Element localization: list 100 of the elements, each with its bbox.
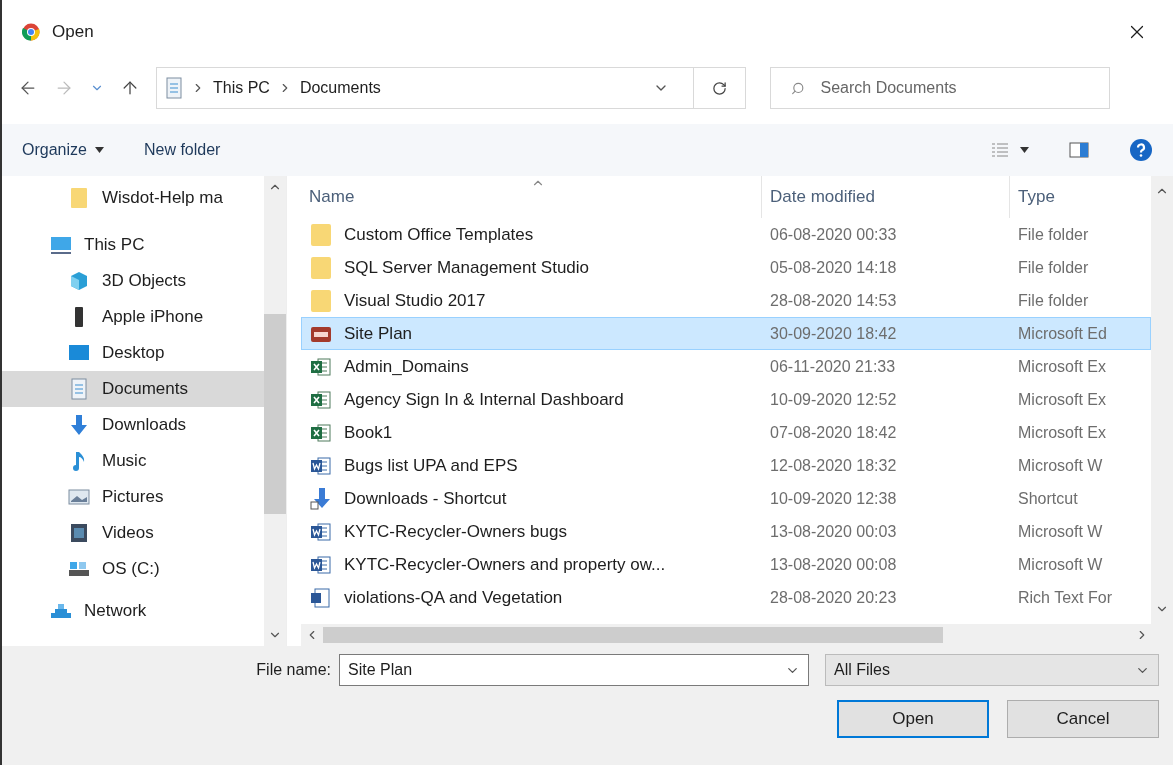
spreadsheet-file-icon [310,421,332,444]
file-row[interactable]: Downloads - Shortcut 10-09-2020 12:38 Shortcut [301,482,1151,515]
file-type: Microsoft Ex [1017,356,1107,377]
column-header[interactable]: Name [301,176,761,218]
file-type: Rich Text For [1017,587,1113,608]
file-name: violations-QA and Vegetation [344,586,563,609]
folder-icon [310,222,332,247]
organize-menu-button[interactable]: Organize [22,138,104,162]
help-icon [1129,138,1153,162]
sidebar-item[interactable]: Videos [2,515,264,551]
file-row[interactable]: Admin_Domains 06-11-2020 21:33 Microsoft Ex [301,350,1151,383]
address-bar[interactable]: This PC Documents [156,67,746,109]
pane-icon [1069,142,1089,158]
cube-icon [68,270,90,292]
date-modified: 13-08-2020 00:08 [769,554,898,575]
date-modified: 28-08-2020 14:53 [769,290,898,311]
search-field[interactable]: Search Documents [770,67,1110,109]
file-name: Admin_Domains [344,355,469,378]
file-name: Downloads - Shortcut [344,487,507,510]
file-type: Microsoft Ex [1017,389,1107,410]
document-icon [68,378,90,400]
sidebar-item[interactable]: 3D Objects [2,263,264,299]
vertical-scrollbar[interactable] [1151,176,1173,624]
folder-icon [310,288,332,313]
file-type: Microsoft Ed [1017,323,1108,344]
sidebar-item[interactable]: OS (C:) [2,551,264,587]
file-name: Custom Office Templates [344,223,534,246]
file-type: File folder [1017,257,1090,278]
sidebar-item[interactable]: Network [2,593,264,629]
file-type: Microsoft W [1017,521,1104,542]
open-button[interactable]: Open [837,700,989,738]
refresh-icon [712,80,727,96]
cancel-button[interactable]: Cancel [1007,700,1159,738]
sidebar-item[interactable]: Desktop [2,335,264,371]
file-name: KYTC-Recycler-Owners and property ow... [344,553,666,576]
file-row[interactable]: SQL Server Management Studio 05-08-2020 14:18 File folder [301,251,1151,284]
sidebar-item[interactable]: Wisdot-Help ma [2,180,264,216]
file-name-input[interactable]: Site Plan [348,658,785,682]
date-modified: 28-08-2020 20:23 [769,587,898,608]
file-name: KYTC-Recycler-Owners bugs [344,520,567,543]
app-logo-icon [22,23,40,41]
text-file-icon [310,586,332,609]
date-modified: 12-08-2020 18:32 [769,455,898,476]
file-row[interactable]: Visual Studio 2017 28-08-2020 14:53 File folder [301,284,1151,317]
film-icon [68,522,90,544]
file-type: Microsoft W [1017,455,1104,476]
horizontal-scrollbar[interactable] [301,624,1173,646]
file-row[interactable]: Site Plan 30-09-2020 18:42 Microsoft Ed [301,317,1151,350]
file-row[interactable]: Custom Office Templates 06-08-2020 00:33 File folder [301,218,1151,251]
file-row[interactable]: KYTC-Recycler-Owners bugs 13-08-2020 00:03 Microsoft W [301,515,1151,548]
preview-pane-button[interactable] [1069,142,1089,158]
document-file-icon [310,520,332,543]
sidebar-item[interactable]: Documents [2,371,264,407]
sidebar-scrollbar[interactable] [264,176,286,646]
search-input[interactable]: Search Documents [820,76,1089,100]
file-type: Microsoft W [1017,554,1104,575]
down-arrow-icon [68,414,90,436]
file-row[interactable]: KYTC-Recycler-Owners and property ow... 13-08-2020 00:08 Microsoft W [301,548,1151,581]
file-name-field[interactable]: Site Plan [339,654,809,686]
help-button[interactable] [1129,138,1153,162]
file-type: File folder [1017,290,1090,311]
new-folder-button[interactable]: New folder [143,138,221,162]
file-name: Bugs list UPA and EPS [344,454,518,477]
view-options-button[interactable] [992,143,1029,157]
file-type-dropdown[interactable]: All Files [825,654,1159,686]
spreadsheet-file-icon [310,355,332,378]
file-name: Site Plan [344,322,413,345]
monitor-icon [50,234,72,256]
document-icon [165,77,183,99]
date-modified: 10-09-2020 12:52 [769,389,898,410]
breadcrumb-item[interactable]: This PC [213,76,270,100]
date-modified: 13-08-2020 00:03 [769,521,898,542]
picture-icon [68,486,90,508]
file-name: Agency Sign In & Internal Dashboard [344,388,624,411]
date-modified: 10-09-2020 12:38 [769,488,898,509]
sidebar-item[interactable]: This PC [2,227,264,263]
document-file-icon [310,454,332,477]
folder-icon [310,255,332,280]
sidebar-item[interactable]: Pictures [2,479,264,515]
dropdown-arrow-icon [1020,147,1029,153]
file-row[interactable]: violations-QA and Vegetation 28-08-2020 20:23 Rich Text For [301,581,1151,614]
list-view-icon [992,143,1008,157]
file-type: Shortcut [1017,488,1079,509]
breadcrumb-item[interactable]: Documents [299,76,381,100]
window-title: Open [52,21,94,44]
document-file-icon [310,553,332,576]
sidebar-item[interactable]: Music [2,443,264,479]
date-modified: 06-11-2020 21:33 [769,356,897,377]
file-row[interactable]: Agency Sign In & Internal Dashboard 10-09-2020 12:52 Microsoft Ex [301,383,1151,416]
file-row[interactable]: Bugs list UPA and EPS 12-08-2020 18:32 Microsoft W [301,449,1151,482]
sidebar-item[interactable]: Downloads [2,407,264,443]
file-name: SQL Server Management Studio [344,256,590,279]
file-name: Book1 [344,421,393,444]
file-row[interactable]: Book1 07-08-2020 18:42 Microsoft Ex [301,416,1151,449]
column-header[interactable]: Date modified [761,176,1009,218]
file-type: File folder [1017,224,1090,245]
sidebar-item[interactable]: Apple iPhone [2,299,264,335]
date-modified: 30-09-2020 18:42 [769,323,898,344]
file-name-label: File name: [256,660,331,680]
shortcut-arrow-icon [310,486,332,511]
